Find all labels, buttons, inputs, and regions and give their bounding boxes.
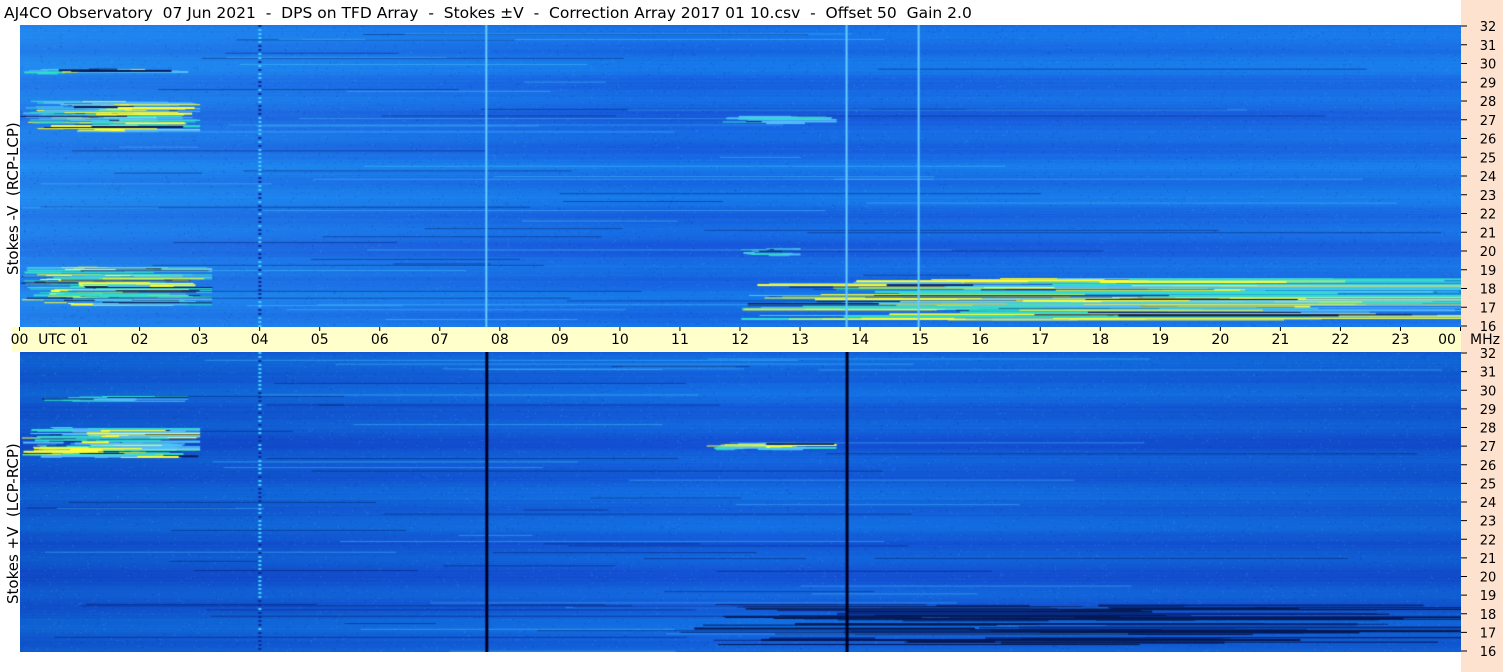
frequency-tick-label: 31	[1480, 366, 1497, 381]
frequency-tick-label: 23	[1480, 515, 1497, 530]
time-tick-label: 17	[1031, 332, 1049, 348]
frequency-tick-label: 28	[1480, 422, 1497, 437]
time-tick-label: 03	[191, 332, 209, 348]
frequency-tick-label: 19	[1480, 589, 1497, 604]
time-tick-label: 06	[371, 332, 389, 348]
time-tick-label: 10	[611, 332, 629, 348]
frequency-tick-label: 18	[1480, 608, 1497, 623]
time-tick-label: 11	[671, 332, 689, 348]
axes-overlay: 00 01 02 03 04 05 06 07 08 09 10 11 12 13 14 15 16 17 18 19…	[11, 20, 1500, 660]
time-tick-label: 00	[11, 332, 29, 348]
frequency-tick-label: 27	[1480, 114, 1497, 129]
frequency-tick-label: 27	[1480, 440, 1497, 455]
frequency-tick-label: 32	[1480, 20, 1497, 35]
frequency-tick-label: 24	[1480, 496, 1497, 511]
time-tick-label: 01	[71, 332, 89, 348]
frequency-tick-label: 32	[1480, 347, 1497, 362]
frequency-tick-label: 29	[1480, 76, 1497, 91]
frequency-tick-label: 26	[1480, 133, 1497, 148]
frequency-tick-label: 28	[1480, 95, 1497, 110]
time-tick-label: 02	[131, 332, 149, 348]
time-tick-label: 18	[1091, 332, 1109, 348]
time-tick-label: 00	[1438, 332, 1456, 348]
frequency-tick-label: 29	[1480, 403, 1497, 418]
time-tick-label: 13	[791, 332, 809, 348]
frequency-tick-label: 23	[1480, 189, 1497, 204]
time-tick-label: 23	[1392, 332, 1410, 348]
frequency-tick-label: 17	[1480, 626, 1497, 641]
frequency-tick-label: 21	[1480, 552, 1497, 567]
frequency-tick-label: 16	[1480, 645, 1497, 660]
frequency-tick-label: 21	[1480, 226, 1497, 241]
frequency-tick-label: 20	[1480, 245, 1497, 260]
frequency-tick-label: 22	[1480, 533, 1497, 548]
time-tick-label: 21	[1271, 332, 1289, 348]
utc-label: UTC	[38, 332, 66, 348]
frequency-tick-label: 20	[1480, 571, 1497, 586]
frequency-tick-label: 17	[1480, 301, 1497, 316]
time-tick-label: 19	[1151, 332, 1169, 348]
frequency-tick-label: 16	[1480, 320, 1497, 335]
time-tick-label: 15	[911, 332, 929, 348]
lower-frequency-ticks: 32 31 30 29 28 27 26 25 24 23 22 21 20 19 18 17 16	[1461, 347, 1496, 660]
frequency-tick-label: 30	[1480, 58, 1497, 73]
frequency-tick-label: 30	[1480, 384, 1497, 399]
upper-frequency-ticks: 32 31 30 29 28 27 26 25 24 23 22 21 20 19 18 17 16	[1461, 20, 1496, 335]
frequency-tick-label: 19	[1480, 264, 1497, 279]
time-tick-label: 04	[251, 332, 269, 348]
frequency-tick-label: 22	[1480, 208, 1497, 223]
frequency-tick-label: 25	[1480, 477, 1497, 492]
time-tick-label: 07	[431, 332, 449, 348]
time-axis-ticks: 00 01 02 03 04 05 06 07 08 09 10 11 12 13 14 15 16 17 18 19…	[11, 327, 1500, 348]
time-tick-label: 22	[1332, 332, 1350, 348]
frequency-tick-label: 31	[1480, 39, 1497, 54]
frequency-tick-label: 18	[1480, 283, 1497, 298]
time-tick-label: 12	[731, 332, 749, 348]
time-tick-label: 05	[311, 332, 329, 348]
frequency-tick-label: 25	[1480, 151, 1497, 166]
time-tick-label: 16	[971, 332, 989, 348]
frequency-tick-label: 24	[1480, 170, 1497, 185]
time-tick-label: 20	[1211, 332, 1229, 348]
time-tick-label: 09	[551, 332, 569, 348]
time-tick-label: 08	[491, 332, 509, 348]
time-tick-label: 14	[851, 332, 869, 348]
frequency-tick-label: 26	[1480, 459, 1497, 474]
